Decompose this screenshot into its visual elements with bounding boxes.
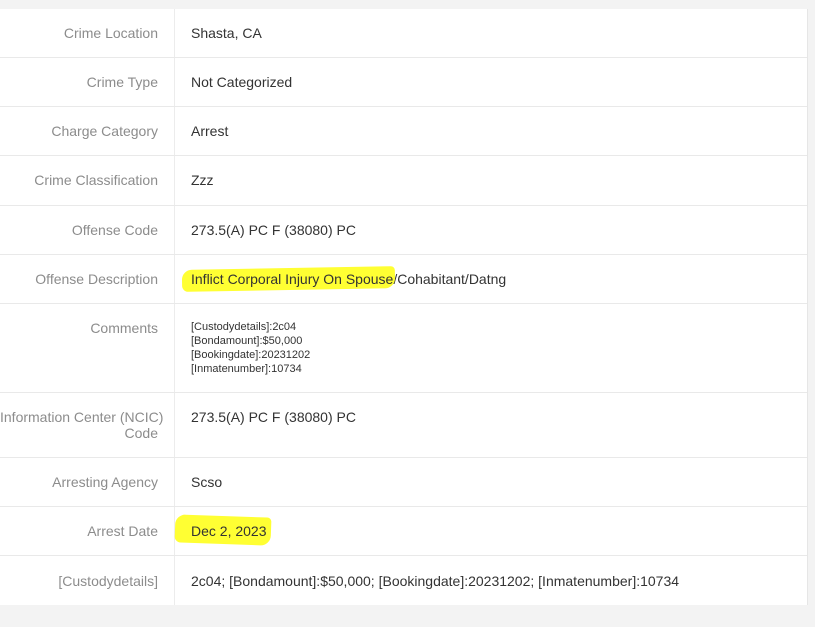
ncic-code-label: Information Center (NCIC) Code [0,409,164,441]
custody-details-value: 2c04; [Bondamount]:$50,000; [Bookingdate… [191,573,680,589]
row-arresting-agency: Arresting Agency Scso [0,458,807,507]
crime-location-value: Shasta, CA [191,25,262,41]
row-offense-description: Offense Description Inflict Corporal Inj… [0,255,807,304]
offense-description-value: Inflict Corporal Injury On Spouse/Cohabi… [191,271,506,287]
comments-label: Comments [90,320,158,336]
arresting-agency-value: Scso [191,474,223,490]
arrest-date-value: Dec 2, 2023 [191,523,267,539]
row-custody-details: [Custodydetails] 2c04; [Bondamount]:$50,… [0,556,807,605]
custody-details-label: [Custodydetails] [58,573,158,589]
comment-line: [Custodydetails]:2c04 [191,321,297,333]
crime-location-label: Crime Location [63,25,158,41]
crime-type-label: Crime Type [86,74,158,90]
charge-category-label: Charge Category [51,123,158,139]
record-details-panel: Crime Location Shasta, CA Crime Type Not… [0,9,808,605]
highlighted-date: Dec 2, 2023 [191,523,267,539]
row-crime-type: Crime Type Not Categorized [0,58,807,107]
row-arrest-date: Arrest Date Dec 2, 2023 [0,507,807,556]
comment-line: [Bookingdate]:20231202 [191,349,311,361]
highlighted-text: Inflict Corporal Injury On Spouse [191,271,394,287]
comment-line: [Bondamount]:$50,000 [191,335,303,347]
comment-line: [Inmatenumber]:10734 [191,363,302,375]
arresting-agency-label: Arresting Agency [52,474,158,490]
offense-description-label: Offense Description [35,271,158,287]
crime-type-value: Not Categorized [191,74,293,90]
ncic-label-line2: Code [124,425,158,441]
row-charge-category: Charge Category Arrest [0,107,807,156]
offense-code-value: 273.5(A) PC F (38080) PC [191,222,356,238]
arrest-date-label: Arrest Date [87,523,158,539]
row-comments: Comments [Custodydetails]:2c04 [Bondamou… [0,304,807,393]
charge-category-value: Arrest [191,123,229,139]
comments-value: [Custodydetails]:2c04 [Bondamount]:$50,0… [191,320,310,376]
row-ncic-code: Information Center (NCIC) Code 273.5(A) … [0,393,807,458]
offense-description-rest: /Cohabitant/Datng [393,271,507,287]
row-offense-code: Offense Code 273.5(A) PC F (38080) PC [0,206,807,255]
offense-code-label: Offense Code [71,222,158,238]
ncic-label-line1: Information Center (NCIC) [0,409,164,425]
ncic-code-value: 273.5(A) PC F (38080) PC [191,409,356,425]
row-crime-location: Crime Location Shasta, CA [0,9,807,58]
crime-classification-label: Crime Classification [34,172,158,188]
crime-classification-value: Zzz [191,172,214,188]
row-crime-classification: Crime Classification Zzz [0,156,807,206]
